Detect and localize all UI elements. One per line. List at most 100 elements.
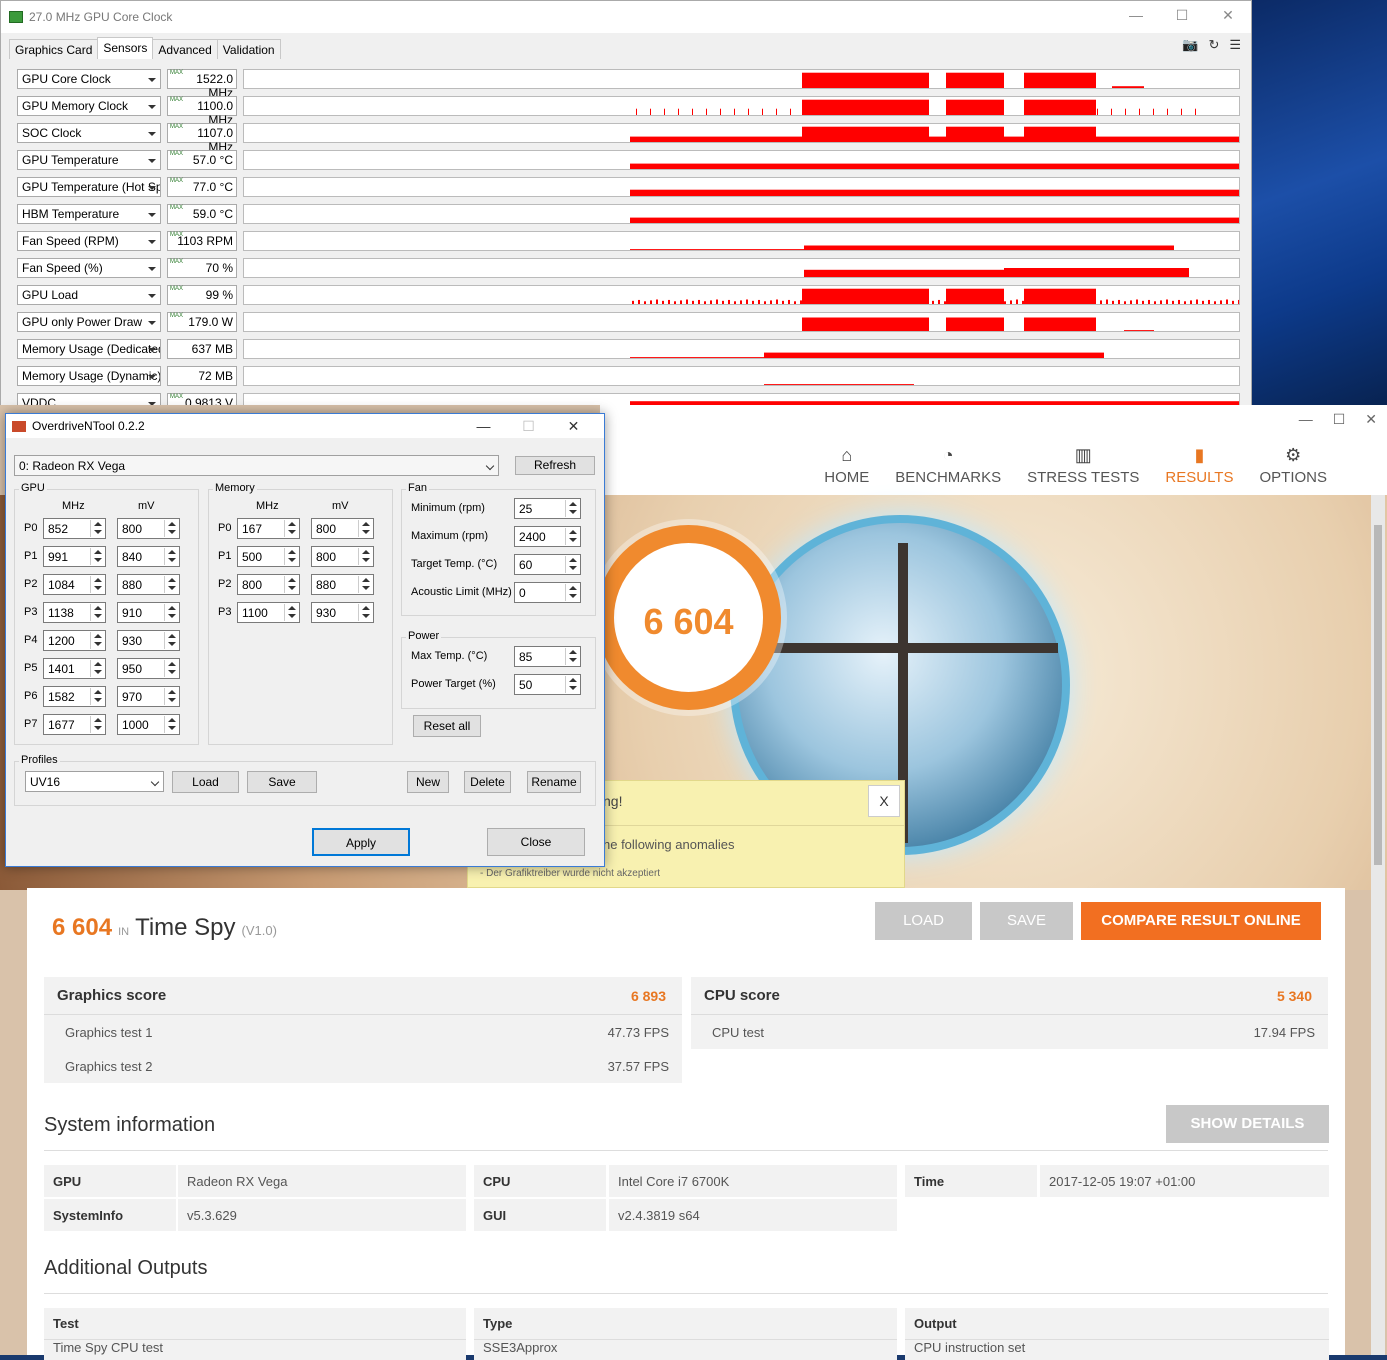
gpu-mv-input[interactable]: 840 [117,546,180,567]
mem-mv-input[interactable]: 880 [311,574,374,595]
sensor-select[interactable]: SOC Clock [17,123,161,143]
sensor-select[interactable]: HBM Temperature [17,204,161,224]
sensor-select[interactable]: GPU Temperature [17,150,161,170]
nav-results[interactable]: ▮ RESULTS [1165,445,1233,486]
spin-arrows-icon[interactable] [90,548,104,565]
tab-graphics-card[interactable]: Graphics Card [9,39,99,59]
spin-arrows-icon[interactable] [358,548,372,565]
spin-arrows-icon[interactable] [284,520,298,537]
gpu-mhz-input[interactable]: 1401 [43,658,106,679]
maximize-icon[interactable]: ☐ [1333,411,1346,428]
spin-arrows-icon[interactable] [565,648,579,665]
scrollbar-thumb[interactable] [1374,525,1382,865]
spin-arrows-icon[interactable] [565,500,579,517]
fan-input[interactable]: 60 [514,554,581,575]
spin-arrows-icon[interactable] [565,676,579,693]
spin-arrows-icon[interactable] [90,604,104,621]
spin-arrows-icon[interactable] [284,604,298,621]
gpu-mhz-input[interactable]: 852 [43,518,106,539]
spin-arrows-icon[interactable] [565,528,579,545]
compare-result-online-button[interactable]: COMPARE RESULT ONLINE [1081,902,1321,940]
refresh-icon[interactable]: ↻ [1208,37,1219,53]
spin-arrows-icon[interactable] [90,520,104,537]
spin-arrows-icon[interactable] [358,520,372,537]
spin-arrows-icon[interactable] [164,632,178,649]
sensor-select[interactable]: GPU only Power Draw [17,312,161,332]
spin-arrows-icon[interactable] [164,604,178,621]
spin-arrows-icon[interactable] [90,688,104,705]
spin-arrows-icon[interactable] [565,584,579,601]
mem-mv-input[interactable]: 930 [311,602,374,623]
spin-arrows-icon[interactable] [164,520,178,537]
spin-arrows-icon[interactable] [358,576,372,593]
gpu-mv-input[interactable]: 950 [117,658,180,679]
power-input[interactable]: 85 [514,646,581,667]
sensor-select[interactable]: Fan Speed (RPM) [17,231,161,251]
close-icon[interactable]: ✕ [1365,411,1377,428]
gpu-mhz-input[interactable]: 1084 [43,574,106,595]
maximize-icon[interactable]: ☐ [1159,7,1205,24]
menu-icon[interactable]: ☰ [1229,37,1241,53]
spin-arrows-icon[interactable] [284,576,298,593]
spin-arrows-icon[interactable] [164,688,178,705]
sensor-select[interactable]: GPU Memory Clock [17,96,161,116]
minimize-icon[interactable]: — [1299,411,1313,428]
tab-validation[interactable]: Validation [216,39,281,59]
nav-benchmarks[interactable]: ◔ BENCHMARKS [895,445,1001,486]
fan-input[interactable]: 25 [514,498,581,519]
sensor-select[interactable]: GPU Temperature (Hot Spot) [17,177,161,197]
warning-close-button[interactable]: X [868,785,900,817]
spin-arrows-icon[interactable] [565,556,579,573]
spin-arrows-icon[interactable] [164,716,178,733]
rename-profile-button[interactable]: Rename [527,771,581,793]
scrollbar[interactable] [1371,495,1385,1355]
mem-mhz-input[interactable]: 800 [237,574,300,595]
sensor-select[interactable]: Memory Usage (Dynamic) [17,366,161,386]
load-button[interactable]: LOAD [875,902,972,940]
spin-arrows-icon[interactable] [284,548,298,565]
spin-arrows-icon[interactable] [90,660,104,677]
spin-arrows-icon[interactable] [164,576,178,593]
power-input[interactable]: 50 [514,674,581,695]
tab-advanced[interactable]: Advanced [152,39,218,59]
profile-select[interactable]: UV16 [25,771,164,792]
gpu-select[interactable]: 0: Radeon RX Vega [14,455,499,476]
close-icon[interactable]: ✕ [1205,7,1251,24]
mem-mhz-input[interactable]: 500 [237,546,300,567]
gpu-mhz-input[interactable]: 1582 [43,686,106,707]
sensor-select[interactable]: Fan Speed (%) [17,258,161,278]
sensor-select[interactable]: Memory Usage (Dedicated) [17,339,161,359]
mem-mv-input[interactable]: 800 [311,518,374,539]
mem-mhz-input[interactable]: 167 [237,518,300,539]
show-details-button[interactable]: SHOW DETAILS [1166,1105,1329,1143]
save-profile-button[interactable]: Save [247,771,317,793]
gpu-mv-input[interactable]: 930 [117,630,180,651]
load-profile-button[interactable]: Load [172,771,239,793]
spin-arrows-icon[interactable] [90,632,104,649]
sensor-select[interactable]: GPU Core Clock [17,69,161,89]
save-button[interactable]: SAVE [980,902,1073,940]
delete-profile-button[interactable]: Delete [464,771,511,793]
spin-arrows-icon[interactable] [164,548,178,565]
spin-arrows-icon[interactable] [164,660,178,677]
minimize-icon[interactable]: — [461,418,506,435]
close-button[interactable]: Close [487,828,585,856]
sensor-select[interactable]: GPU Load [17,285,161,305]
spin-arrows-icon[interactable] [358,604,372,621]
camera-icon[interactable]: 📷 [1182,37,1198,53]
nav-stress-tests[interactable]: ▥ STRESS TESTS [1027,445,1139,486]
gpu-mv-input[interactable]: 1000 [117,714,180,735]
gpu-mv-input[interactable]: 910 [117,602,180,623]
gpu-mhz-input[interactable]: 1200 [43,630,106,651]
gpu-mhz-input[interactable]: 1677 [43,714,106,735]
maximize-icon[interactable]: ☐ [506,418,551,435]
gpu-mhz-input[interactable]: 1138 [43,602,106,623]
new-profile-button[interactable]: New [407,771,449,793]
apply-button[interactable]: Apply [312,828,410,856]
tab-sensors[interactable]: Sensors [97,37,154,59]
mem-mv-input[interactable]: 800 [311,546,374,567]
gpu-mv-input[interactable]: 800 [117,518,180,539]
spin-arrows-icon[interactable] [90,576,104,593]
fan-input[interactable]: 2400 [514,526,581,547]
minimize-icon[interactable]: — [1113,7,1159,24]
